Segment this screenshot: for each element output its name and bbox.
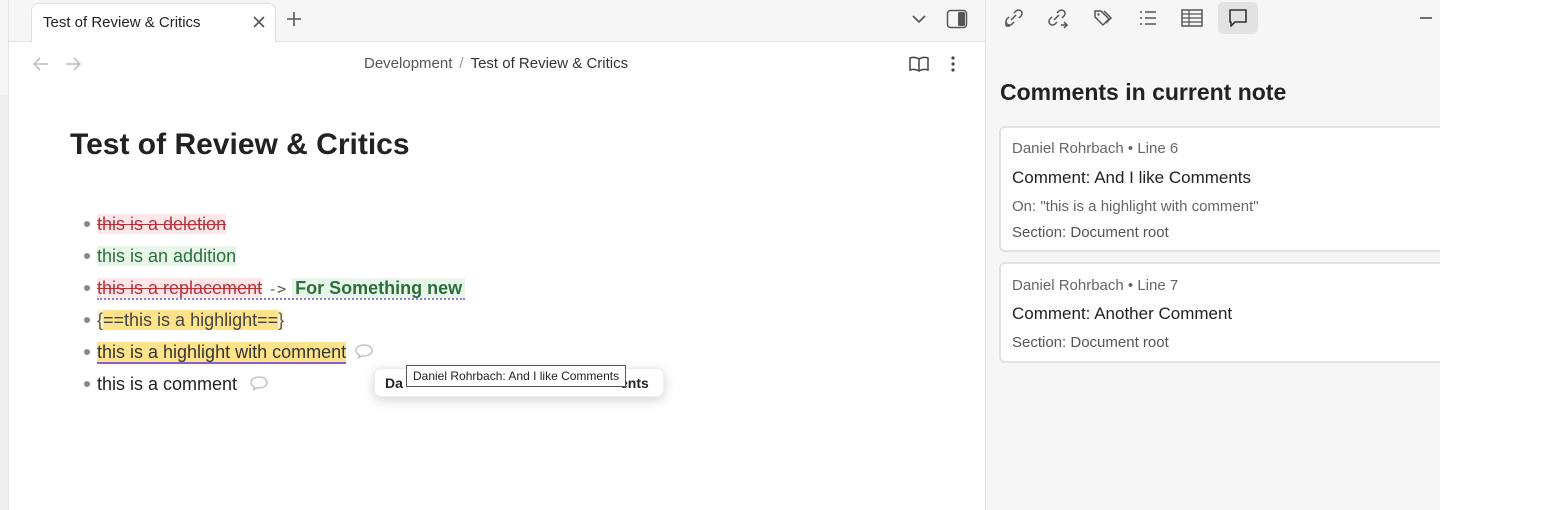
- sidebar-toggle-icon[interactable]: [945, 8, 969, 30]
- comment-target: On: "this is a highlight with comment": [1012, 198, 1259, 215]
- table-icon[interactable]: [1173, 2, 1211, 34]
- list-item: {==this is a highlight==}: [79, 307, 465, 339]
- comment-meta: Daniel Rohrbach • Line 6: [1012, 140, 1179, 157]
- comments-icon[interactable]: [1218, 2, 1258, 34]
- breadcrumb-folder[interactable]: Development: [364, 55, 452, 72]
- breadcrumb: Development / Test of Review & Critics: [364, 55, 628, 72]
- plus-icon[interactable]: [283, 8, 305, 30]
- chevron-down-icon[interactable]: [909, 9, 929, 29]
- brace-close: }: [278, 310, 285, 330]
- close-icon[interactable]: [249, 12, 269, 32]
- comment-section: Section: Document root: [1012, 224, 1169, 241]
- book-open-icon[interactable]: [908, 54, 930, 74]
- breadcrumb-current[interactable]: Test of Review & Critics: [471, 55, 629, 72]
- comment-bubble-icon[interactable]: [354, 340, 374, 366]
- list-item: this is a deletion: [79, 211, 465, 243]
- comments-panel-title: Comments in current note: [1000, 79, 1287, 105]
- editor-pane: Test of Review & Critics Development / Tes…: [9, 0, 985, 510]
- comment-meta: Daniel Rohrbach • Line 7: [1012, 277, 1179, 294]
- deletion-text[interactable]: this is a deletion: [97, 214, 227, 234]
- highlight-mark-close: ==: [257, 310, 279, 330]
- comment-card[interactable]: Daniel Rohrbach • Line 7 Comment: Anothe…: [999, 262, 1459, 363]
- highlight-mark-open: ==: [103, 310, 125, 330]
- desktop-background: [1440, 0, 1563, 510]
- breadcrumb-separator: /: [459, 55, 464, 72]
- comment-bubble-icon[interactable]: [249, 372, 269, 398]
- backlinks-icon[interactable]: [995, 2, 1033, 34]
- replacement-old-text: this is a replacement: [97, 278, 263, 298]
- popover-text-start: Da: [385, 375, 403, 391]
- sidebar-toolbar: [986, 0, 1441, 36]
- replacement-arrow: ->: [268, 280, 287, 298]
- replacement-new-text: For Something new: [292, 278, 466, 298]
- view-header: Development / Test of Review & Critics: [9, 42, 985, 86]
- list-item: this is a replacement -> For Something new: [79, 275, 466, 307]
- arrow-right-icon[interactable]: [63, 54, 83, 74]
- tab-test-of-review[interactable]: Test of Review & Critics: [31, 3, 276, 42]
- addition-text[interactable]: this is an addition: [97, 246, 237, 266]
- comment-body: Comment: And I like Comments: [1012, 168, 1252, 187]
- right-sidebar: Comments in current note Daniel Rohrbach…: [985, 0, 1459, 510]
- comment-card[interactable]: Daniel Rohrbach • Line 6 Comment: And I …: [999, 126, 1459, 252]
- tab-bar: Test of Review & Critics: [9, 0, 985, 42]
- comment-tooltip: Daniel Rohrbach: And I like Comments: [406, 365, 627, 387]
- highlight-with-comment-text[interactable]: this is a highlight with comment: [97, 342, 347, 364]
- arrow-left-icon[interactable]: [31, 54, 51, 74]
- left-ribbon-shade: [0, 95, 8, 510]
- tags-icon[interactable]: [1084, 2, 1122, 34]
- more-vertical-icon[interactable]: [943, 54, 963, 74]
- comment-section: Section: Document root: [1012, 334, 1169, 351]
- outline-icon[interactable]: [1129, 2, 1167, 34]
- outgoing-links-icon[interactable]: [1039, 2, 1077, 34]
- tab-title: Test of Review & Critics: [43, 14, 201, 31]
- minimize-icon[interactable]: [1418, 10, 1434, 26]
- raw-highlight[interactable]: {==this is a highlight==}: [97, 310, 285, 330]
- comment-body: Comment: Another Comment: [1012, 304, 1233, 323]
- highlight-text: this is a highlight: [124, 310, 258, 330]
- replacement[interactable]: this is a replacement -> For Something new: [97, 278, 466, 300]
- left-ribbon: [0, 0, 9, 510]
- list-item: this is an addition: [79, 243, 465, 275]
- comment-text[interactable]: this is a comment: [97, 374, 237, 394]
- note-title: Test of Review & Critics: [70, 128, 410, 161]
